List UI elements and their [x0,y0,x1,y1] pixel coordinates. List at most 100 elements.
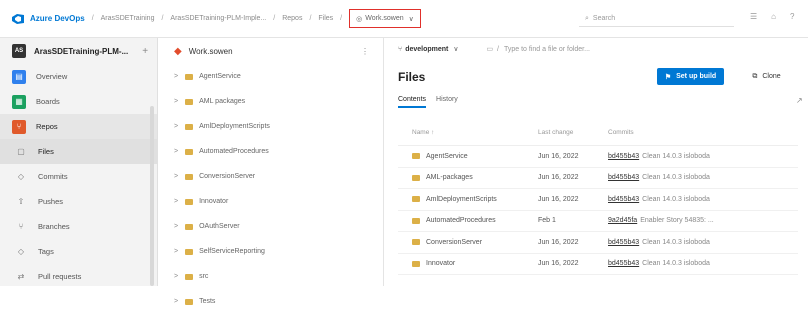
nav-item-boards[interactable]: ▦ Boards [0,89,157,114]
repo-header[interactable]: ◆ Work.sowen ⋮ [158,38,383,64]
chevron-right-icon[interactable]: > [174,223,178,230]
folder-icon [185,249,193,255]
nav-item-commits[interactable]: ◇ Commits [0,164,157,189]
project-header[interactable]: AS ArasSDETraining-PLM-... + [0,38,157,64]
brand-link[interactable]: Azure DevOps [30,14,85,23]
tree-item[interactable]: >src [158,264,383,289]
git-repo-icon: ◆ [174,46,182,57]
branches-icon: ⑂ [14,220,28,234]
table-row[interactable]: AgentService Jun 16, 2022 bd455b43Clean … [398,146,798,168]
commit-hash-link[interactable]: bd455b43 [608,153,639,160]
file-name[interactable]: ConversionServer [426,239,482,246]
tree-item[interactable]: >AmlDeploymentScripts [158,114,383,139]
file-name[interactable]: AML-packages [426,174,473,181]
set-up-build-button[interactable]: ⚑ Set up build [657,68,724,85]
tree-item[interactable]: >AgentService [158,64,383,89]
file-name[interactable]: Innovator [426,260,455,267]
last-change: Jun 16, 2022 [538,153,608,160]
table-row[interactable]: AML-packages Jun 16, 2022 bd455b43Clean … [398,168,798,190]
commit-hash-link[interactable]: bd455b43 [608,260,639,267]
folder-icon [412,261,420,267]
tree-item-label: ConversionServer [199,173,255,180]
boards-icon: ▦ [12,95,26,109]
last-change: Jun 16, 2022 [538,196,608,203]
branch-icon: ⑂ [398,46,402,53]
commit-hash-link[interactable]: 9a2d45fa [608,217,637,224]
chevron-right-icon[interactable]: > [174,248,178,255]
file-name[interactable]: AutomatedProcedures [426,217,496,224]
tree-item[interactable]: > OAuthServer [158,214,383,239]
file-name[interactable]: AgentService [426,153,468,160]
nav-item-repos[interactable]: ⑂ Repos [0,114,157,139]
commit-message: Enabler Story 54835: ... [640,217,714,224]
tree-item-label: OAuthServer [199,223,239,230]
tab-history[interactable]: History [436,96,458,108]
search-input[interactable]: ⌕ Search [579,11,734,27]
nav-label: Commits [38,172,68,181]
file-name[interactable]: AmlDeploymentScripts [426,196,497,203]
nav-item-tags[interactable]: ◇ Tags [0,239,157,264]
more-options-icon[interactable]: ⋮ [361,47,369,56]
repo-selector-breadcrumb[interactable]: ◎ Work.sowen ∨ [349,9,421,28]
breadcrumb-project[interactable]: ArasSDETraining-PLM-Imple... [170,15,266,22]
tree-item[interactable]: >AutomatedProcedures [158,139,383,164]
table-row[interactable]: AmlDeploymentScripts Jun 16, 2022 bd455b… [398,189,798,211]
last-change: Jun 16, 2022 [538,239,608,246]
chevron-right-icon[interactable]: > [174,73,178,80]
folder-icon [185,299,193,305]
file-tree-panel: ◆ Work.sowen ⋮ >AgentService > AML packag… [158,38,384,286]
nav-item-pull-requests[interactable]: ⇄ Pull requests [0,264,157,289]
table-row[interactable]: Innovator Jun 16, 2022 bd455b43Clean 14.… [398,254,798,276]
tree-item[interactable]: > ConversionServer [158,164,383,189]
repo-icon: ◎ [356,15,362,23]
nav-item-overview[interactable]: ▤ Overview [0,64,157,89]
folder-icon [185,274,193,280]
tree-item[interactable]: > SelfServiceReporting [158,239,383,264]
nav-item-pushes[interactable]: ⇧ Pushes [0,189,157,214]
breadcrumb-files[interactable]: Files [318,15,333,22]
commit-hash-link[interactable]: bd455b43 [608,174,639,181]
repos-icon: ⑂ [12,120,26,134]
branch-selector[interactable]: development [405,46,448,53]
commit-hash-link[interactable]: bd455b43 [608,239,639,246]
column-header-commits: Commits [608,129,798,136]
shopping-bag-icon[interactable]: ⌂ [771,12,776,21]
folder-icon [412,218,420,224]
breadcrumb-org[interactable]: ArasSDETraining [101,15,155,22]
commit-hash-link[interactable]: bd455b43 [608,196,639,203]
table-row[interactable]: AutomatedProcedures Feb 1 9a2d45faEnable… [398,211,798,233]
expand-icon[interactable]: ↗ [796,96,803,105]
plus-icon[interactable]: + [142,46,148,57]
chevron-right-icon[interactable]: > [174,123,178,130]
tree-item[interactable]: > AML packages [158,89,383,114]
chevron-right-icon[interactable]: > [174,198,178,205]
chevron-right-icon[interactable]: > [174,298,178,305]
chevron-right-icon[interactable]: > [174,273,178,280]
build-icon: ⚑ [665,73,671,81]
table-row[interactable]: ConversionServer Jun 16, 2022 bd455b43Cl… [398,232,798,254]
chevron-right-icon[interactable]: > [174,148,178,155]
column-header-name[interactable]: Name ↑ [398,129,538,136]
clone-icon: ⧉ [752,73,757,81]
breadcrumb-repos[interactable]: Repos [282,15,302,22]
nav-scrollbar[interactable] [150,106,154,286]
folder-icon [185,99,193,105]
azure-devops-logo-icon[interactable] [12,14,24,24]
files-icon: ▢ [14,145,28,159]
help-icon[interactable]: ? [790,12,794,21]
list-icon[interactable]: ☰ [750,12,757,21]
chevron-down-icon[interactable]: ∨ [453,45,458,53]
tree-item[interactable]: >Tests [158,289,383,314]
tab-contents[interactable]: Contents [398,96,426,108]
tree-item-label: AML packages [199,98,245,105]
nav-item-files[interactable]: ▢ Files [0,139,157,164]
nav-item-branches[interactable]: ⑂ Branches [0,214,157,239]
last-change: Feb 1 [538,217,608,224]
chevron-right-icon[interactable]: > [174,98,178,105]
tree-item[interactable]: >Innovator [158,189,383,214]
clone-button[interactable]: ⧉ Clone [739,68,794,85]
path-search-input[interactable]: Type to find a file or folder... [504,46,590,53]
chevron-right-icon[interactable]: > [174,173,178,180]
tree-item-label: SelfServiceReporting [199,248,265,255]
commit-message: Clean 14.0.3 isloboda [642,239,710,246]
